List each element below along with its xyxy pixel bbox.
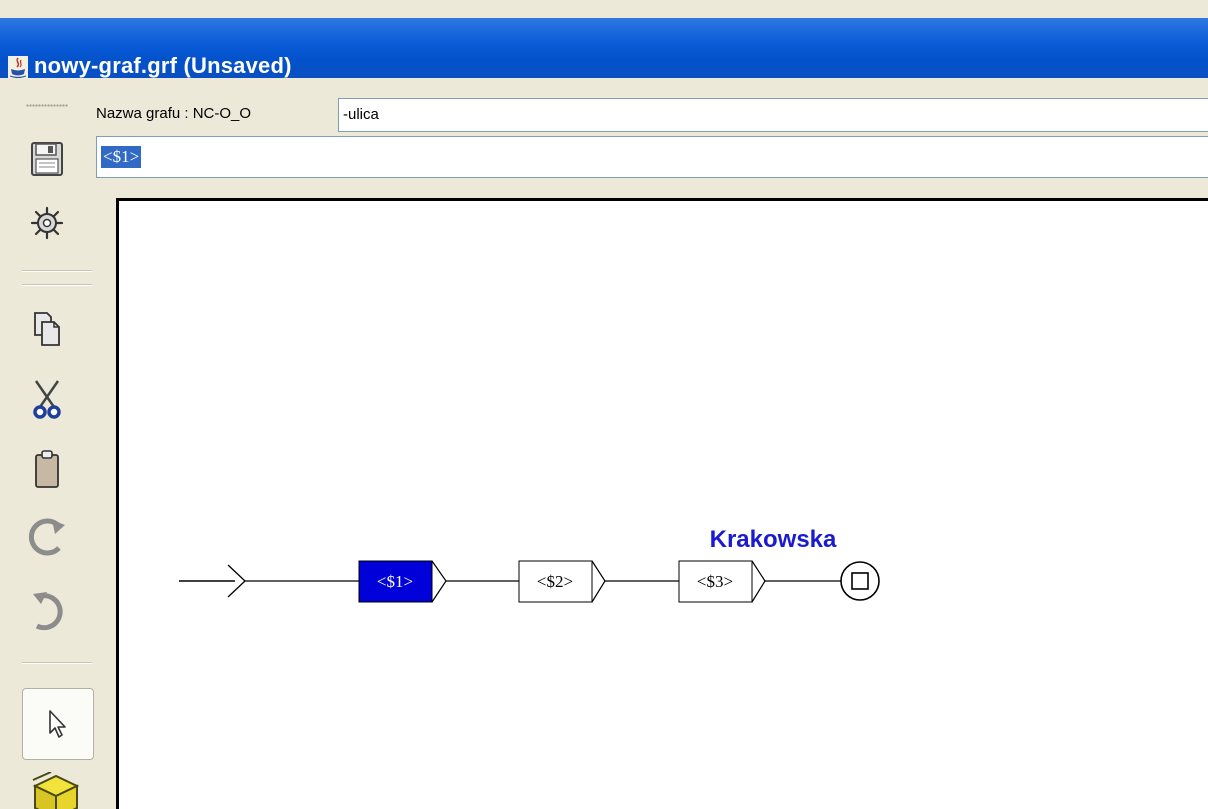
compile-button[interactable] <box>20 196 74 250</box>
package-button[interactable] <box>26 772 86 809</box>
java-icon <box>8 56 28 78</box>
top-strip <box>0 0 1208 19</box>
box-content-selection: <$1> <box>101 146 142 168</box>
box-3-output-label: Krakowska <box>710 526 837 553</box>
graph-box-1[interactable]: <$1> <box>358 560 447 603</box>
copy-button[interactable] <box>20 302 74 356</box>
graph-box-1-label: <$1> <box>377 572 413 591</box>
toolbar-separator <box>22 662 92 664</box>
cut-button[interactable] <box>20 372 74 426</box>
graph-name-input[interactable]: -ulica <box>338 98 1208 132</box>
save-icon <box>31 142 63 176</box>
box-content-input[interactable]: <$1> <box>96 136 1208 178</box>
redo-icon <box>28 518 65 556</box>
toolbar-separator <box>22 270 92 272</box>
paste-icon <box>35 450 59 488</box>
undo-button[interactable] <box>20 584 74 638</box>
redo-button[interactable] <box>20 510 74 564</box>
paste-button[interactable] <box>20 442 74 496</box>
graph-box-3[interactable]: <$3> <box>678 560 766 603</box>
toolbar-grip[interactable] <box>26 104 68 107</box>
graph-box-2-label: <$2> <box>537 572 573 591</box>
package-icon <box>32 772 80 809</box>
final-state[interactable] <box>840 561 880 601</box>
graph-box-2[interactable]: <$2> <box>518 560 606 603</box>
graph-name-label: Nazwa grafu : NC-O_O <box>96 105 252 122</box>
window-title: nowy-graf.grf (Unsaved) <box>34 53 292 78</box>
select-arrow-icon <box>49 710 66 738</box>
toolbar-separator <box>22 284 92 286</box>
graph-canvas[interactable]: <$1> <$2> Krakowska <$3> <box>116 198 1208 809</box>
title-bar[interactable]: nowy-graf.grf (Unsaved) <box>0 18 1208 78</box>
graph-box-3-label: <$3> <box>697 572 733 591</box>
undo-icon <box>33 592 63 631</box>
copy-icon <box>34 312 60 346</box>
cut-icon <box>33 380 61 419</box>
compile-icon <box>30 206 64 240</box>
select-tool-button[interactable] <box>22 688 94 760</box>
save-button[interactable] <box>20 132 74 186</box>
